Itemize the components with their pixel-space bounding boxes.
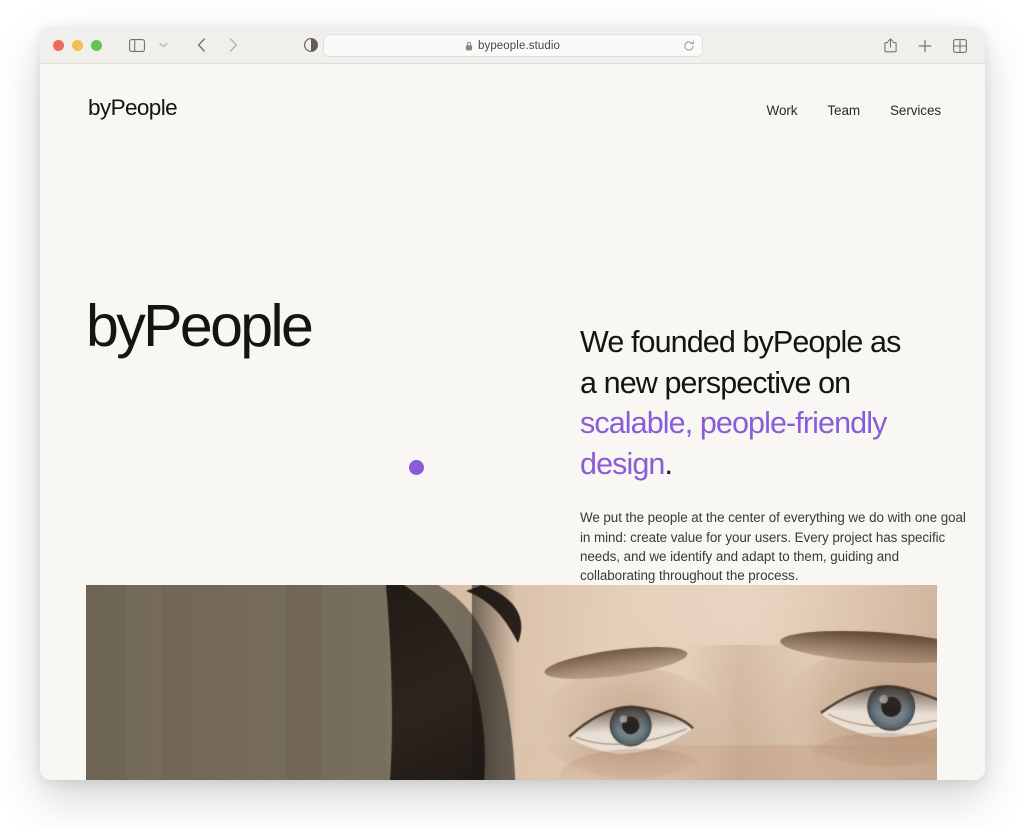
maximize-window-button[interactable] xyxy=(91,39,102,51)
hero-text-column: We founded byPeople as a new perspective… xyxy=(580,322,980,586)
hero-photo xyxy=(86,585,937,780)
reload-icon[interactable] xyxy=(683,39,695,52)
hero-headline-line-2: a new perspective on xyxy=(580,365,851,400)
lock-icon xyxy=(465,41,473,51)
hero-paragraph: We put the people at the center of every… xyxy=(580,510,966,584)
toolbar-right-actions xyxy=(877,27,973,64)
site-header: byPeople Work Team Services xyxy=(40,64,985,124)
hero-headline-period: . xyxy=(664,446,673,481)
close-window-button[interactable] xyxy=(53,39,64,51)
hero-photo-canvas xyxy=(86,585,937,780)
hero-title: byPeople xyxy=(86,293,314,359)
hero-headline: We founded byPeople as a new perspective… xyxy=(580,322,980,484)
tab-overview-icon[interactable] xyxy=(947,34,973,58)
plus-icon[interactable] xyxy=(912,34,938,58)
share-icon[interactable] xyxy=(877,34,903,58)
url-text[interactable]: bypeople.studio xyxy=(478,40,560,52)
nav-item-team[interactable]: Team xyxy=(827,103,860,118)
forward-arrow-icon[interactable] xyxy=(220,33,246,57)
nav-item-work[interactable]: Work xyxy=(767,103,798,118)
hero-headline-line-1: We founded byPeople as xyxy=(580,325,901,359)
reader-contrast-icon[interactable] xyxy=(298,33,324,57)
sidebar-toggle-icon[interactable] xyxy=(124,33,150,57)
navigation-controls xyxy=(188,33,246,57)
address-bar-region: bypeople.studio xyxy=(40,27,985,64)
page-viewport: byPeople Work Team Services byPeople We … xyxy=(40,64,985,780)
browser-window: bypeople.studio byPeople Work Team Servi… xyxy=(40,27,985,780)
accent-dot-decoration xyxy=(409,460,424,475)
site-nav: Work Team Services xyxy=(767,103,942,118)
traffic-lights xyxy=(53,39,102,51)
back-arrow-icon[interactable] xyxy=(188,33,214,57)
chevron-down-icon[interactable] xyxy=(150,33,176,57)
hero-headline-accent: scalable, people-friendly design xyxy=(580,406,887,481)
sidebar-controls xyxy=(124,33,176,57)
minimize-window-button[interactable] xyxy=(72,39,83,51)
nav-item-services[interactable]: Services xyxy=(890,103,941,118)
site-logo[interactable]: byPeople xyxy=(88,95,178,121)
page-scrollbar[interactable] xyxy=(981,64,985,780)
browser-toolbar: bypeople.studio xyxy=(40,27,985,64)
address-bar[interactable]: bypeople.studio xyxy=(322,34,703,57)
